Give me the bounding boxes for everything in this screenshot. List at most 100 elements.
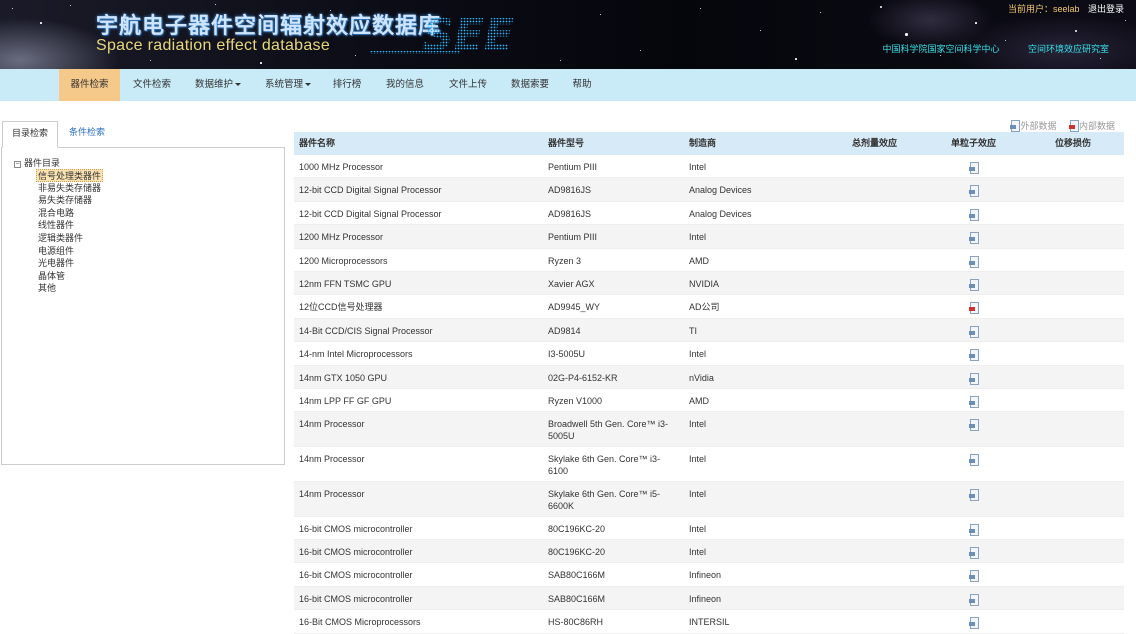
table-row[interactable]: 1200 MHz Processor Pentium PIII Intel <box>294 225 1124 249</box>
device-model-cell: I3-5005U <box>548 349 586 360</box>
device-model-cell: 80C196KC-20 <box>548 547 606 558</box>
see-data-link[interactable] <box>969 366 981 385</box>
table-row[interactable]: 16-bit CMOS microcontroller SAB80C166M Inf… <box>294 586 1124 611</box>
org-link-nssc[interactable]: 中国科学院国家空间科学中心 <box>882 44 999 54</box>
external-doc-icon <box>969 570 979 583</box>
table-row[interactable]: 1200 Microprocessors Ryzen 3 AMD <box>294 248 1124 272</box>
legend-internal: 内部数据 <box>1068 120 1115 132</box>
star-decoration <box>700 8 701 9</box>
see-data-link[interactable] <box>969 342 981 362</box>
table-row[interactable]: 14nm Processor Skylake 6th Gen. Core™ i3-… <box>294 447 1124 482</box>
star-decoration <box>795 58 797 60</box>
see-data-link[interactable] <box>969 587 981 606</box>
see-data-link[interactable] <box>969 517 981 536</box>
table-row[interactable]: 12nm FFN TSMC GPU Xavier AGX NVIDIA <box>294 271 1124 296</box>
device-name-cell: 12位CCD信号处理器 <box>299 302 383 313</box>
collapse-icon[interactable]: − <box>14 161 21 168</box>
table-row[interactable]: 14nm LPP FF GF GPU Ryzen V1000 AMD <box>294 388 1124 413</box>
nav-system-management[interactable]: 系统管理 <box>258 69 318 101</box>
tree-node[interactable]: 逻辑类器件 <box>36 232 103 245</box>
nav-my-info[interactable]: 我的信息 <box>380 69 430 101</box>
device-name-cell: 14nm LPP FF GF GPU <box>299 395 392 406</box>
manufacturer-cell: Infineon <box>689 570 722 581</box>
header-banner: 宇航电子器件空间辐射效应数据库 Space radiation effect d… <box>0 0 1136 69</box>
tree-root[interactable]: − 器件目录 <box>14 156 60 169</box>
tab-catalog-search[interactable]: 目录检索 <box>2 121 58 148</box>
caret-down-icon <box>305 82 311 86</box>
external-doc-icon <box>969 278 979 291</box>
logout-link[interactable]: 退出登录 <box>1088 4 1124 14</box>
see-data-link[interactable] <box>969 447 981 467</box>
tree-node[interactable]: 线性器件 <box>36 219 103 232</box>
col-device-model: 器件型号 <box>548 138 585 148</box>
table-row[interactable]: 14-Bit CCD/CIS Signal Processor AD9814 TI <box>294 318 1124 343</box>
device-name-cell: 12-bit CCD Digital Signal Processor <box>299 185 442 196</box>
external-doc-icon <box>969 232 979 245</box>
nav-file-search[interactable]: 文件检索 <box>124 69 180 101</box>
tree-node[interactable]: 晶体管 <box>36 270 103 283</box>
nav-ranking[interactable]: 排行榜 <box>327 69 367 101</box>
tree-node[interactable]: 非易失类存储器 <box>36 182 103 195</box>
star-decoration <box>760 30 761 31</box>
tree-node[interactable]: 易失类存储器 <box>36 194 103 207</box>
star-decoration <box>150 60 151 61</box>
see-data-link[interactable] <box>969 178 981 198</box>
see-data-link[interactable] <box>969 563 981 583</box>
see-data-link[interactable] <box>969 249 981 268</box>
see-data-link[interactable] <box>969 389 981 408</box>
nav-data-request[interactable]: 数据索要 <box>505 69 555 101</box>
device-model-cell: SAB80C166M <box>548 570 606 581</box>
external-doc-icon <box>969 349 979 362</box>
nav-device-search[interactable]: 器件检索 <box>59 69 120 101</box>
table-row[interactable]: 16-bit CMOS microcontroller SAB80C166M Inf… <box>294 563 1124 587</box>
device-name-cell: 14nm GTX 1050 GPU <box>299 372 388 383</box>
external-doc-icon <box>969 395 979 408</box>
external-doc-icon <box>969 162 979 174</box>
nav-data-maintenance[interactable]: 数据维护 <box>188 69 248 101</box>
see-data-link[interactable] <box>969 610 981 630</box>
see-data-link[interactable] <box>969 319 981 338</box>
table-row[interactable]: 14-nm Intel Microprocessors I3-5005U Intel <box>294 342 1124 366</box>
nav-help[interactable]: 帮助 <box>567 69 597 101</box>
manufacturer-cell: Intel <box>689 232 707 243</box>
table-row[interactable]: 12-bit CCD Digital Signal Processor AD981… <box>294 178 1124 202</box>
main-nav: 器件检索 文件检索 数据维护 系统管理 排行榜 我的信息 文件上传 数据索要 帮… <box>0 69 1136 101</box>
external-doc-icon <box>1010 120 1021 132</box>
tree-node[interactable]: 电源组件 <box>36 245 103 258</box>
star-decoration <box>640 50 641 51</box>
device-name-cell: 12nm FFN TSMC GPU <box>299 278 392 289</box>
device-name-cell: 14nm Processor <box>299 488 365 499</box>
tree-node[interactable]: 混合电路 <box>36 207 103 220</box>
see-data-link[interactable] <box>969 202 981 221</box>
device-model-cell: Ryzen V1000 <box>548 395 603 406</box>
see-data-link[interactable] <box>969 155 981 174</box>
star-decoration <box>820 12 821 13</box>
external-doc-icon <box>969 617 979 630</box>
table-row[interactable]: 12-bit CCD Digital Signal Processor AD981… <box>294 201 1124 226</box>
see-data-link[interactable] <box>969 540 981 560</box>
see-data-link[interactable] <box>969 412 981 432</box>
star-decoration <box>975 22 977 24</box>
table-row[interactable]: 1000 MHz Processor Pentium PIII Intel <box>294 155 1124 179</box>
device-name-cell: 16-bit CMOS microcontroller <box>299 570 413 581</box>
tab-condition-search[interactable]: 条件检索 <box>60 121 114 148</box>
see-data-link[interactable] <box>969 295 981 315</box>
manufacturer-cell: INTERSIL <box>689 617 730 628</box>
nav-file-upload[interactable]: 文件上传 <box>443 69 493 101</box>
star-decoration <box>940 55 941 56</box>
tree-node[interactable]: 其他 <box>36 282 103 295</box>
table-row[interactable]: 16-bit CMOS microcontroller 80C196KC-20 In… <box>294 540 1124 564</box>
device-model-cell: HS-80C86RH <box>548 617 604 628</box>
table-row[interactable]: 14nm Processor Skylake 6th Gen. Core™ i5-… <box>294 481 1124 517</box>
manufacturer-cell: nVidia <box>689 372 714 383</box>
table-row[interactable]: 14nm Processor Broadwell 5th Gen. Core™ i… <box>294 412 1124 448</box>
see-data-link[interactable] <box>969 482 981 501</box>
table-row[interactable]: 12位CCD信号处理器 AD9945_WY AD公司 <box>294 295 1124 319</box>
table-row[interactable]: 14nm GTX 1050 GPU 02G-P4-6152-KR nVidia <box>294 365 1124 389</box>
org-link-lab[interactable]: 空间环境效应研究室 <box>1028 44 1109 54</box>
see-data-link[interactable] <box>969 272 981 291</box>
tree-node[interactable]: 光电器件 <box>36 257 103 270</box>
table-row[interactable]: 16-bit CMOS microcontroller 80C196KC-20 In… <box>294 516 1124 541</box>
see-data-link[interactable] <box>969 225 981 245</box>
tree-node[interactable]: 信号处理类器件 <box>36 169 104 182</box>
